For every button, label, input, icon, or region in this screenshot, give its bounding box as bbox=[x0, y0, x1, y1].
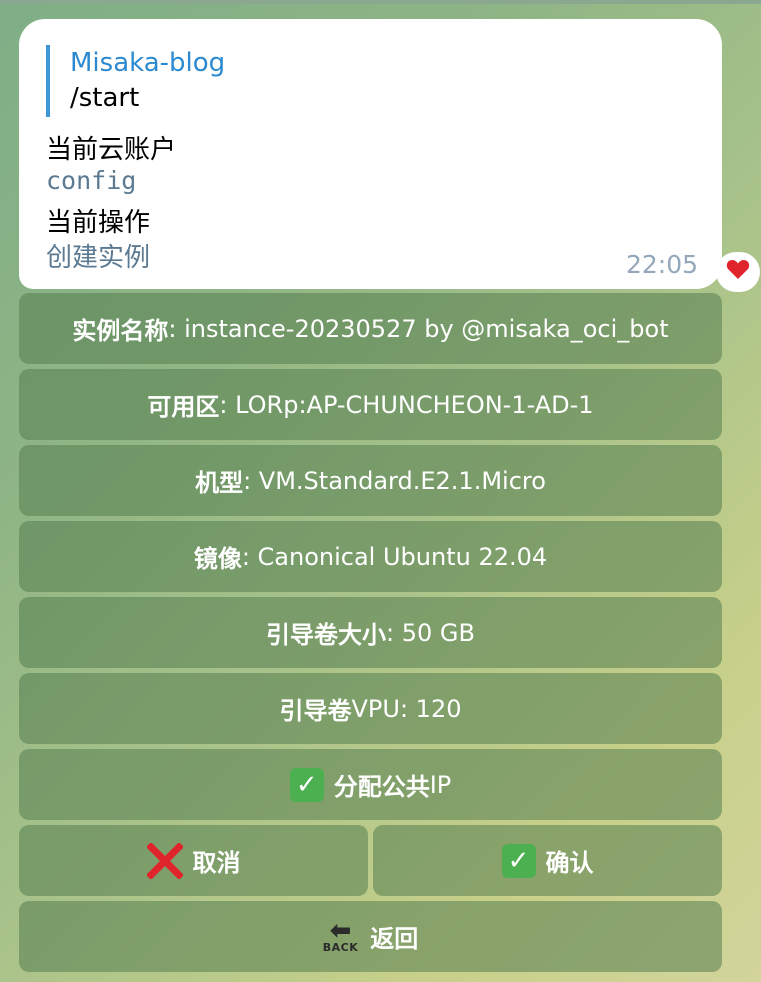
image-key: 镜像 bbox=[193, 545, 242, 573]
boot-volume-vpu-value: VPU: 120 bbox=[351, 694, 462, 723]
back-icon-text: BACK bbox=[322, 941, 359, 954]
cross-icon bbox=[146, 842, 183, 879]
cancel-label: 取消 bbox=[192, 849, 241, 877]
assign-public-ip-label: 分配公共 bbox=[333, 773, 430, 801]
boot-volume-size-value: : 50 GB bbox=[386, 618, 475, 647]
confirm-label: 确认 bbox=[545, 849, 594, 877]
boot-volume-vpu-button[interactable]: 引导卷 VPU: 120 bbox=[19, 673, 722, 744]
image-button[interactable]: 镜像 : Canonical Ubuntu 22.04 bbox=[19, 521, 722, 592]
checkmark-icon: ✓ bbox=[501, 843, 536, 878]
assign-public-ip-button[interactable]: ✓ 分配公共 IP bbox=[19, 749, 722, 820]
back-arrow-icon: ⬅ BACK bbox=[322, 916, 359, 954]
message-bubble[interactable]: Misaka-blog /start 当前云账户 config 当前操作 创建实… bbox=[19, 19, 722, 289]
shape-key: 机型 bbox=[195, 469, 244, 497]
message-line-account-value[interactable]: config bbox=[46, 166, 136, 195]
shape-value: : VM.Standard.E2.1.Micro bbox=[243, 466, 546, 495]
window-top-edge bbox=[0, 0, 761, 4]
shape-button[interactable]: 机型 : VM.Standard.E2.1.Micro bbox=[19, 445, 722, 516]
cancel-button[interactable]: 取消 bbox=[19, 825, 368, 896]
image-value: : Canonical Ubuntu 22.04 bbox=[241, 542, 548, 571]
instance-name-value: : instance-20230527 by @misaka_oci_bot bbox=[168, 314, 669, 343]
back-label: 返回 bbox=[370, 925, 419, 953]
boot-volume-size-key: 引导卷大小 bbox=[266, 621, 387, 649]
message-line-action-label: 当前操作 bbox=[46, 208, 151, 238]
reaction-badge[interactable] bbox=[716, 252, 760, 292]
availability-domain-value: : LORp:AP-CHUNCHEON-1-AD-1 bbox=[219, 390, 594, 419]
reply-text: /start bbox=[70, 83, 140, 113]
checkmark-icon: ✓ bbox=[289, 767, 324, 802]
boot-volume-vpu-key: 引导卷 bbox=[279, 697, 352, 725]
availability-domain-button[interactable]: 可用区 : LORp:AP-CHUNCHEON-1-AD-1 bbox=[19, 369, 722, 440]
reply-sender: Misaka-blog bbox=[70, 48, 226, 78]
instance-name-key: 实例名称 bbox=[72, 317, 169, 345]
back-button[interactable]: ⬅ BACK 返回 bbox=[19, 901, 722, 972]
availability-domain-key: 可用区 bbox=[147, 393, 220, 421]
confirm-button[interactable]: ✓ 确认 bbox=[373, 825, 722, 896]
reply-quote[interactable]: Misaka-blog /start bbox=[46, 45, 225, 117]
message-line-action-value: 创建实例 bbox=[46, 243, 151, 273]
message-time: 22:05 bbox=[625, 250, 698, 279]
boot-volume-size-button[interactable]: 引导卷大小 : 50 GB bbox=[19, 597, 722, 668]
assign-public-ip-suffix: IP bbox=[429, 770, 452, 799]
message-line-account-label: 当前云账户 bbox=[46, 135, 177, 165]
instance-name-button[interactable]: 实例名称 : instance-20230527 by @misaka_oci_… bbox=[19, 293, 722, 364]
heart-icon bbox=[726, 258, 750, 286]
